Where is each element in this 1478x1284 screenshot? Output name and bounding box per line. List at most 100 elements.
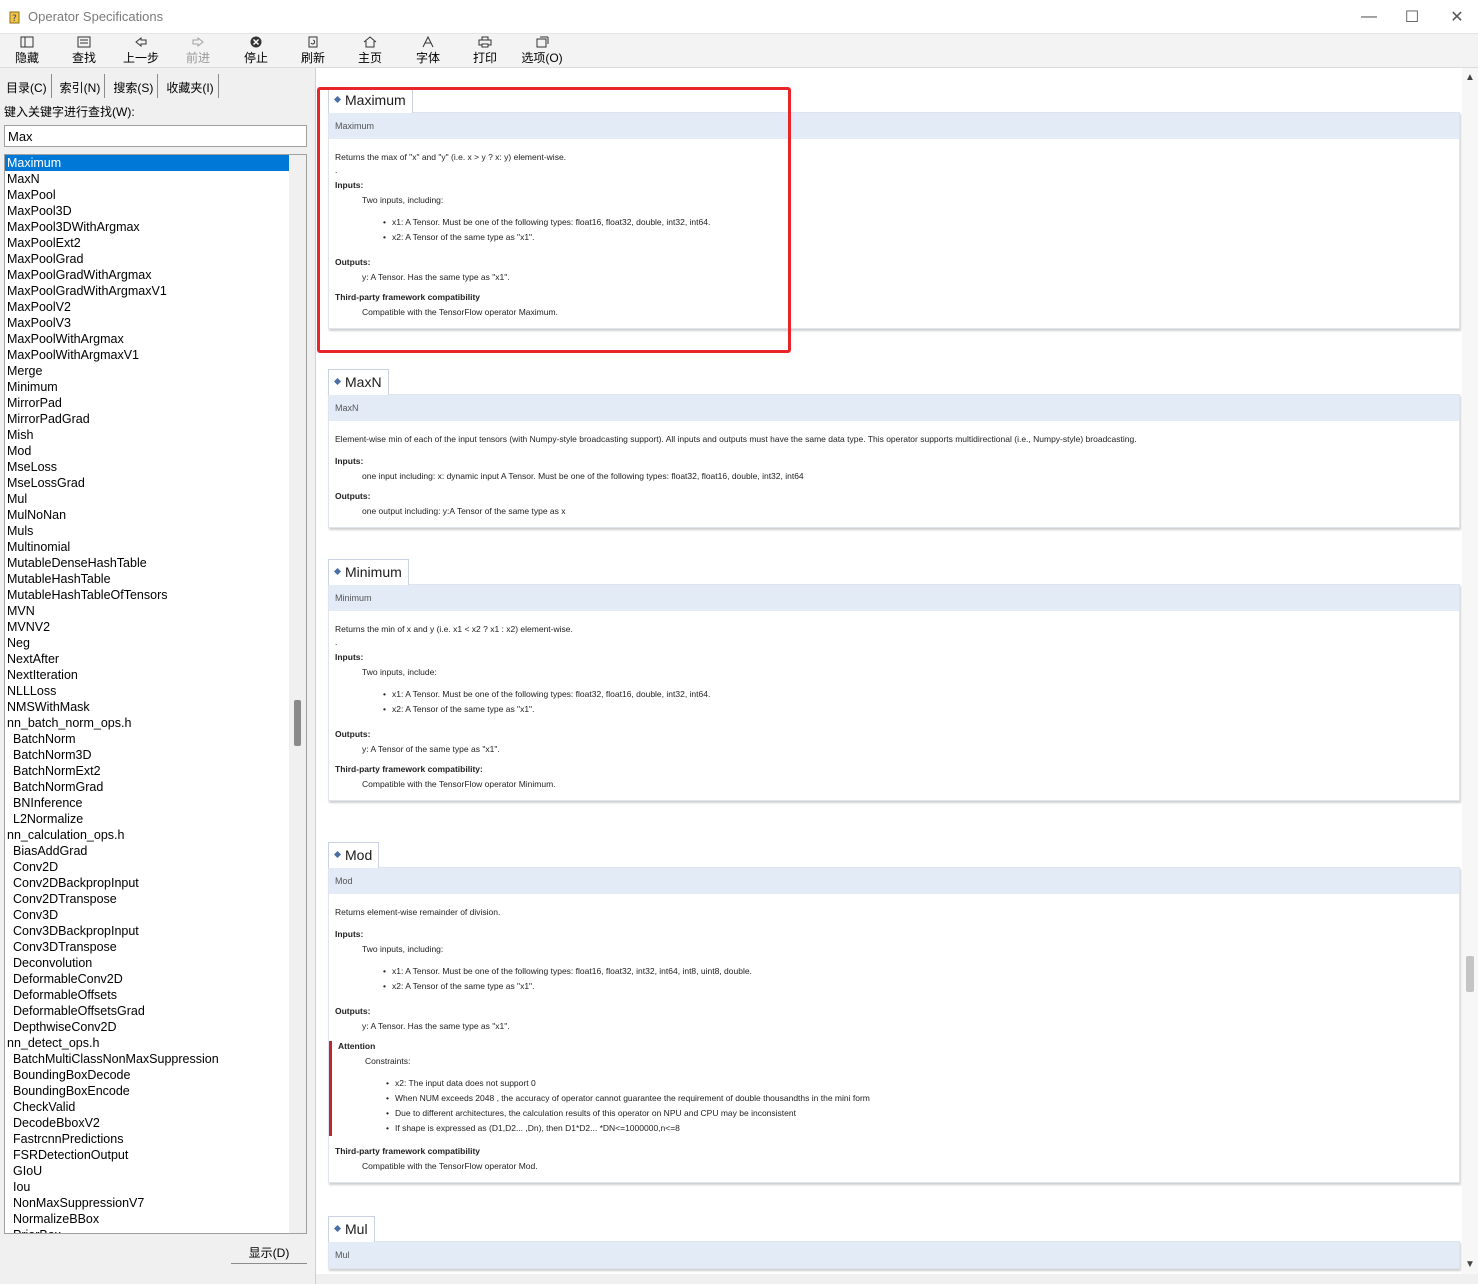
index-list[interactable]: Maximum MaxN MaxPool MaxPool3D MaxPool3DWith… [4, 154, 307, 1234]
index-item[interactable]: MaxPool [5, 187, 306, 203]
index-item[interactable]: Multinomial [5, 539, 306, 555]
index-item[interactable]: MaxPoolExt2 [5, 235, 306, 251]
list-item: x2: A Tensor of the same type as "x1". [383, 979, 1453, 994]
tab-contents[interactable]: 目录(C) [2, 74, 52, 98]
index-item[interactable]: Conv2D [5, 859, 306, 875]
index-item[interactable]: L2Normalize [5, 811, 306, 827]
index-item[interactable]: MirrorPadGrad [5, 411, 306, 427]
index-item[interactable]: Conv3D [5, 907, 306, 923]
maximize-button[interactable]: ☐ [1389, 0, 1435, 34]
index-item[interactable]: MaxPoolWithArgmax [5, 331, 306, 347]
outputs-heading: Outputs: [335, 1006, 371, 1016]
hide-button[interactable]: 隐藏 [1, 34, 53, 68]
index-item[interactable]: MaxPoolGrad [5, 251, 306, 267]
index-item[interactable]: DecodeBboxV2 [5, 1115, 306, 1131]
minimize-button[interactable]: — [1346, 0, 1392, 34]
index-item[interactable]: nn_detect_ops.h [5, 1035, 306, 1051]
index-item[interactable]: BatchNormExt2 [5, 763, 306, 779]
index-item[interactable]: NormalizeBBox [5, 1211, 306, 1227]
index-item[interactable]: BoundingBoxEncode [5, 1083, 306, 1099]
scroll-down-icon[interactable]: ▼ [1465, 1259, 1475, 1270]
index-item[interactable]: Mul [5, 491, 306, 507]
index-item[interactable]: MVN [5, 603, 306, 619]
show-button[interactable]: 显示(D) [231, 1242, 307, 1264]
index-item[interactable]: Merge [5, 363, 306, 379]
index-item[interactable]: MVNV2 [5, 619, 306, 635]
font-button[interactable]: 字体 [402, 34, 454, 68]
index-item[interactable]: Mish [5, 427, 306, 443]
index-item[interactable]: MirrorPad [5, 395, 306, 411]
index-item[interactable]: DeformableConv2D [5, 971, 306, 987]
index-item[interactable]: MaxN [5, 171, 306, 187]
index-item[interactable]: MulNoNan [5, 507, 306, 523]
index-item[interactable]: MutableDenseHashTable [5, 555, 306, 571]
close-button[interactable]: ✕ [1434, 0, 1478, 34]
index-item[interactable]: MaxPoolGradWithArgmax [5, 267, 306, 283]
keyword-input[interactable] [4, 125, 307, 147]
index-item[interactable]: Conv2DBackpropInput [5, 875, 306, 891]
content-scrollbar[interactable]: ▲ ▼ [1462, 68, 1478, 1274]
window-title: Operator Specifications [28, 9, 164, 24]
scrollbar-thumb[interactable] [1466, 956, 1474, 992]
index-item[interactable]: NLLLoss [5, 683, 306, 699]
home-button[interactable]: 主页 [344, 34, 396, 68]
index-item[interactable]: MutableHashTable [5, 571, 306, 587]
options-button[interactable]: 选项(O) [516, 34, 568, 68]
tab-favorites[interactable]: 收藏夹(I) [162, 74, 219, 98]
index-item[interactable]: Muls [5, 523, 306, 539]
index-item[interactable]: MaxPoolWithArgmaxV1 [5, 347, 306, 363]
index-item[interactable]: NextAfter [5, 651, 306, 667]
index-item[interactable]: nn_batch_norm_ops.h [5, 715, 306, 731]
index-item[interactable]: Minimum [5, 379, 306, 395]
index-item[interactable]: DeformableOffsetsGrad [5, 1003, 306, 1019]
index-item[interactable]: BatchNormGrad [5, 779, 306, 795]
stop-button[interactable]: 停止 [230, 34, 282, 68]
index-item[interactable]: PriorBox [5, 1227, 306, 1233]
index-item[interactable]: BatchMultiClassNonMaxSuppression [5, 1051, 306, 1067]
index-item[interactable]: MaxPool3DWithArgmax [5, 219, 306, 235]
index-item[interactable]: Deconvolution [5, 955, 306, 971]
index-item[interactable]: BoundingBoxDecode [5, 1067, 306, 1083]
index-item[interactable]: DepthwiseConv2D [5, 1019, 306, 1035]
index-item[interactable]: MaxPoolGradWithArgmaxV1 [5, 283, 306, 299]
index-item[interactable]: BatchNorm3D [5, 747, 306, 763]
index-item[interactable]: BiasAddGrad [5, 843, 306, 859]
index-item[interactable]: BNInference [5, 795, 306, 811]
index-item[interactable]: DeformableOffsets [5, 987, 306, 1003]
index-item[interactable]: NextIteration [5, 667, 306, 683]
section-tab: MaxN [328, 369, 389, 395]
index-list-scrollbar[interactable] [289, 155, 306, 1233]
index-item[interactable]: BatchNorm [5, 731, 306, 747]
index-item[interactable]: Maximum [5, 155, 289, 171]
index-item[interactable]: Mod [5, 443, 306, 459]
index-item[interactable]: MaxPool3D [5, 203, 306, 219]
index-item[interactable]: MutableHashTableOfTensors [5, 587, 306, 603]
index-item[interactable]: MseLoss [5, 459, 306, 475]
index-item[interactable]: NonMaxSuppressionV7 [5, 1195, 306, 1211]
outputs-text: one output including: y:A Tensor of the … [362, 506, 566, 516]
refresh-button[interactable]: 刷新 [287, 34, 339, 68]
index-item[interactable]: FSRDetectionOutput [5, 1147, 306, 1163]
index-item[interactable]: Conv3DBackpropInput [5, 923, 306, 939]
index-item[interactable]: nn_calculation_ops.h [5, 827, 306, 843]
tab-index[interactable]: 索引(N) [55, 74, 106, 98]
index-item[interactable]: CheckValid [5, 1099, 306, 1115]
print-button[interactable]: 打印 [459, 34, 511, 68]
index-item[interactable]: Neg [5, 635, 306, 651]
section-body: Element-wise min of each of the input te… [329, 421, 1459, 527]
back-button[interactable]: 上一步 [115, 34, 167, 68]
index-item[interactable]: FastrcnnPredictions [5, 1131, 306, 1147]
index-item[interactable]: MaxPoolV2 [5, 299, 306, 315]
tab-search[interactable]: 搜索(S) [109, 74, 159, 98]
index-item[interactable]: Iou [5, 1179, 306, 1195]
index-item[interactable]: NMSWithMask [5, 699, 306, 715]
scroll-up-icon[interactable]: ▲ [1465, 72, 1475, 83]
index-item[interactable]: Conv2DTranspose [5, 891, 306, 907]
index-item[interactable]: GIoU [5, 1163, 306, 1179]
index-item[interactable]: MseLossGrad [5, 475, 306, 491]
index-item[interactable]: Conv3DTranspose [5, 939, 306, 955]
forward-button[interactable]: 前进 [172, 34, 224, 68]
find-button[interactable]: 查找 [58, 34, 110, 68]
scrollbar-thumb[interactable] [294, 700, 301, 746]
index-item[interactable]: MaxPoolV3 [5, 315, 306, 331]
